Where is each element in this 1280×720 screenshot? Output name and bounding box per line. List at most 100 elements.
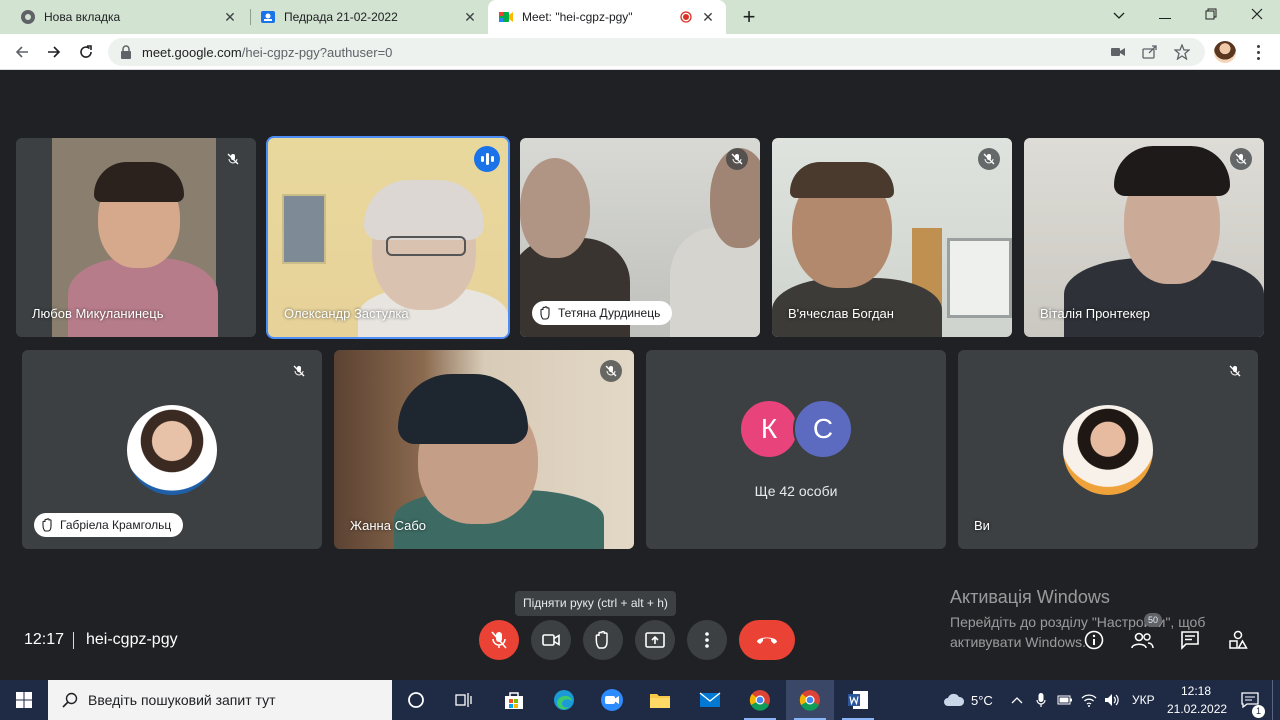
forward-button[interactable] (42, 40, 66, 64)
edge-button[interactable] (540, 680, 588, 720)
file-explorer-button[interactable] (636, 680, 684, 720)
edge-icon (554, 690, 574, 710)
watermark-line: активувати Windows. (950, 634, 1086, 650)
mail-button[interactable] (686, 680, 734, 720)
word-button[interactable] (834, 680, 882, 720)
participant-name: Габріела Крамгольц (60, 518, 172, 532)
tab-new-tab[interactable]: Нова вкладка ✕ (10, 0, 248, 34)
restore-button[interactable] (1188, 0, 1234, 30)
present-screen-button[interactable] (635, 620, 675, 660)
participant-tile[interactable]: В'ячеслав Богдан (772, 138, 1012, 337)
taskbar-date[interactable]: 21.02.2022 (1167, 702, 1227, 716)
meeting-clock: 12:17 (24, 631, 65, 648)
tab-search-chevron-icon[interactable] (1096, 0, 1142, 30)
share-icon[interactable] (1141, 43, 1159, 61)
input-language[interactable]: УКР (1132, 693, 1155, 707)
mail-icon (699, 692, 721, 707)
mic-off-icon (600, 360, 622, 382)
chrome-profile-taskbar-button[interactable] (786, 680, 834, 720)
back-button[interactable] (10, 40, 34, 64)
self-tile[interactable]: Ви (958, 350, 1258, 549)
microphone-icon[interactable] (1033, 692, 1049, 708)
participant-tile[interactable]: Віталія Пронтекер (1024, 138, 1264, 337)
chrome-menu-icon[interactable] (1248, 42, 1268, 62)
video-camera-icon (542, 634, 560, 646)
hand-icon (540, 306, 550, 320)
zoom-button[interactable] (588, 680, 636, 720)
weather-temperature[interactable]: 5°C (971, 693, 993, 708)
speaking-indicator-icon (474, 146, 500, 172)
volume-icon[interactable] (1104, 692, 1120, 708)
hand-raised-badge: Тетяна Дурдинець (532, 301, 673, 325)
raise-hand-button[interactable] (583, 620, 623, 660)
profile-avatar[interactable] (1214, 41, 1236, 63)
wall-poster (282, 194, 326, 264)
mic-off-icon (726, 148, 748, 170)
activities-button[interactable] (1226, 628, 1250, 652)
microsoft-store-button[interactable] (490, 680, 538, 720)
hand-icon (595, 630, 608, 649)
participant-tile[interactable]: Любов Микуланинець (16, 138, 256, 337)
task-view-icon (455, 693, 472, 707)
tab-close-icon[interactable]: ✕ (462, 9, 478, 26)
mic-toggle-button[interactable] (479, 620, 519, 660)
cortana-circle-icon (408, 692, 424, 708)
tab-pedrada[interactable]: Педрада 21-02-2022 ✕ (250, 0, 488, 34)
tab-meet[interactable]: Meet: "hei-cgpz-pgy" ✕ (488, 0, 726, 34)
task-view-button[interactable] (440, 680, 488, 720)
activities-shapes-icon (1229, 630, 1248, 649)
url-host: meet.google.com (142, 44, 242, 60)
reload-button[interactable] (74, 40, 98, 64)
tab-title: Meet: "hei-cgpz-pgy" (522, 10, 633, 24)
more-options-button[interactable] (687, 620, 727, 660)
tab-close-icon[interactable]: ✕ (222, 9, 238, 26)
show-desktop-divider[interactable] (1272, 680, 1273, 720)
chat-button[interactable] (1178, 628, 1202, 652)
tooltip: Підняти руку (ctrl + alt + h) (515, 591, 676, 616)
browser-tab-strip: Нова вкладка ✕ Педрада 21-02-2022 ✕ Meet… (0, 0, 1280, 34)
zoom-icon (601, 689, 623, 711)
google-classroom-icon (261, 11, 275, 23)
search-icon (62, 692, 78, 708)
taskbar-search[interactable]: Введіть пошуковий запит тут (48, 680, 392, 720)
wifi-icon[interactable] (1081, 692, 1097, 708)
close-window-button[interactable] (1234, 0, 1280, 30)
people-icon (1131, 632, 1154, 649)
more-participants-tile[interactable]: К С Ще 42 особи (646, 350, 946, 549)
participant-tile[interactable]: Габріела Крамгольц (22, 350, 322, 549)
chrome-icon (21, 10, 35, 24)
battery-icon[interactable] (1057, 692, 1073, 708)
chrome-icon (799, 690, 820, 711)
new-tab-button[interactable]: + (738, 4, 760, 30)
leave-call-button[interactable] (739, 620, 795, 660)
minimize-button[interactable] (1142, 0, 1188, 30)
windows-taskbar: Введіть пошуковий запит тут 5°C УКР 12:1… (0, 680, 1280, 720)
bookmark-star-icon[interactable] (1173, 43, 1191, 61)
participant-tile-speaking[interactable]: Олександр Застулка (266, 136, 510, 339)
camera-in-use-icon[interactable] (1109, 43, 1127, 61)
people-button[interactable] (1130, 628, 1154, 652)
chevron-up-icon[interactable] (1009, 692, 1025, 708)
weather-cloud-icon[interactable] (942, 692, 966, 708)
participant-tile[interactable]: Тетяна Дурдинець (520, 138, 760, 337)
mic-off-icon (222, 148, 244, 170)
taskbar-time[interactable]: 12:18 (1181, 684, 1211, 698)
google-meet-icon (499, 12, 513, 22)
meeting-code[interactable]: hei-cgpz-pgy (86, 631, 178, 649)
hand-icon (42, 518, 52, 532)
divider (73, 632, 74, 649)
people-count-badge: 50 (1144, 613, 1162, 627)
folder-icon (650, 694, 670, 708)
word-icon (848, 691, 868, 709)
address-bar[interactable]: meet.google.com/hei-cgpz-pgy?authuser=0 (108, 38, 1205, 66)
participant-name: Тетяна Дурдинець (558, 306, 661, 320)
cortana-button[interactable] (392, 680, 440, 720)
camera-toggle-button[interactable] (531, 620, 571, 660)
search-placeholder: Введіть пошуковий запит тут (88, 692, 276, 708)
meeting-details-button[interactable] (1082, 628, 1106, 652)
start-button[interactable] (0, 680, 48, 720)
tab-close-icon[interactable]: ✕ (700, 9, 716, 26)
participant-tile[interactable]: Жанна Сабо (334, 350, 634, 549)
chrome-taskbar-button[interactable] (736, 680, 784, 720)
mic-off-icon (1224, 360, 1246, 382)
